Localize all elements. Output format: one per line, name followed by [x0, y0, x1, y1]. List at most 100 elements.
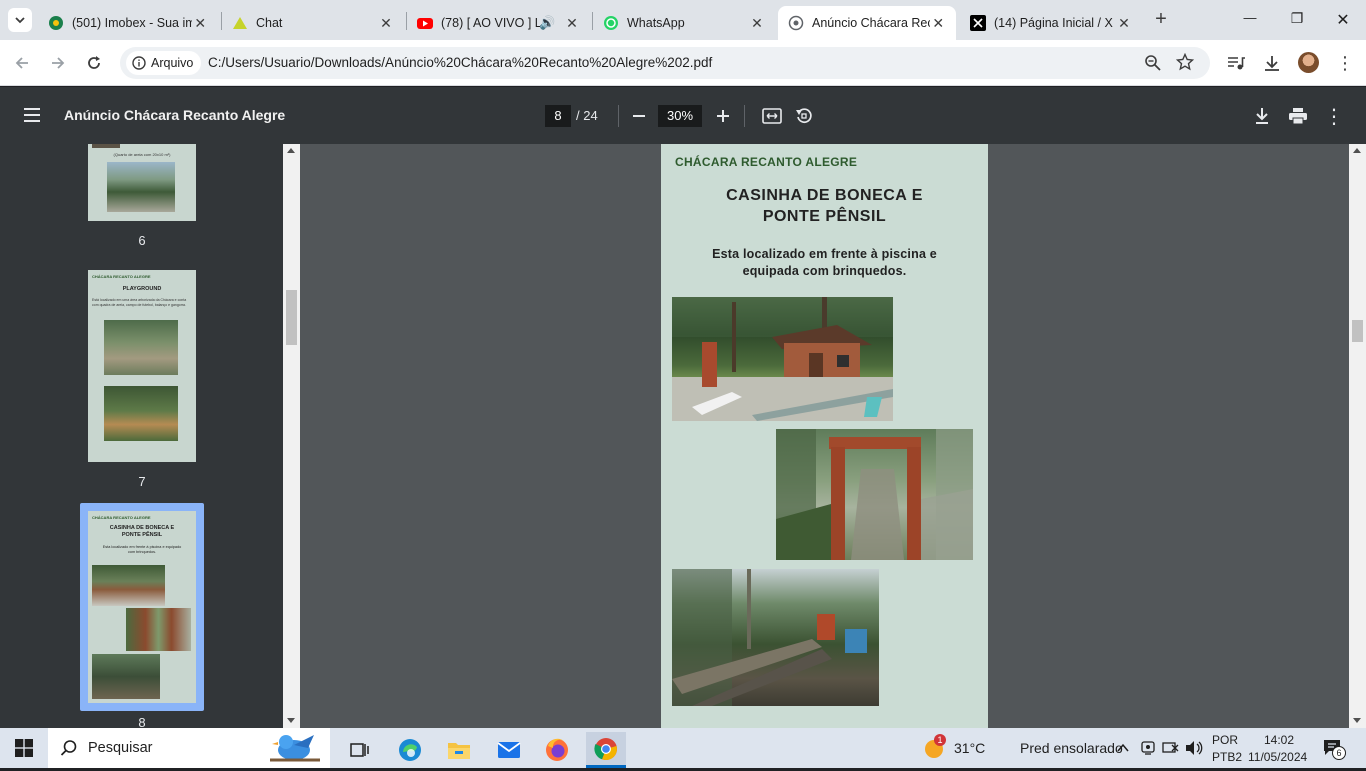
tab-x[interactable]: (14) Página Inicial / X ✕ — [960, 6, 1142, 40]
thumbnail-photo — [92, 654, 160, 699]
thumbnail-photo — [92, 565, 165, 606]
browser-toolbar: Arquivo C:/Users/Usuario/Downloads/Anúnc… — [0, 40, 1366, 86]
menu-dots-icon[interactable]: ⋮ — [1336, 52, 1354, 74]
scroll-up-arrow-icon[interactable] — [287, 148, 295, 153]
pdf-download-icon[interactable] — [1250, 104, 1274, 128]
network-icon[interactable] — [1162, 740, 1180, 761]
minimize-button[interactable]: — — [1236, 10, 1264, 25]
show-hidden-icons-icon[interactable] — [1116, 741, 1130, 759]
forward-button[interactable] — [46, 51, 70, 75]
tab-title: (14) Página Inicial / X — [994, 16, 1113, 30]
rotate-icon[interactable] — [792, 104, 816, 128]
clock-time[interactable]: 14:02 — [1264, 733, 1294, 747]
whatsapp-icon — [603, 15, 619, 31]
weather-icon[interactable]: 1 — [922, 734, 946, 760]
language-top[interactable]: POR — [1212, 733, 1238, 747]
tab-strip: (501) Imobex - Sua im ✕ Chat ✕ (78) [ AO… — [0, 0, 1366, 40]
weather-temperature[interactable]: 31°C — [954, 740, 985, 756]
task-view-icon[interactable] — [340, 732, 380, 768]
thumbnail-page-8[interactable]: CHÁCARA RECANTO ALEGRE CASINHA DE BONECA… — [88, 511, 196, 703]
mail-icon[interactable] — [489, 732, 529, 768]
avatar[interactable] — [1298, 52, 1319, 73]
url-text[interactable]: C:/Users/Usuario/Downloads/Anúncio%20Chá… — [208, 55, 712, 70]
firefox-icon[interactable] — [537, 732, 577, 768]
info-icon — [132, 56, 146, 70]
scroll-thumb[interactable] — [286, 290, 297, 345]
scroll-down-arrow-icon[interactable] — [287, 718, 295, 723]
zoom-input[interactable]: 30% — [658, 105, 702, 127]
zoom-icon[interactable] — [1144, 54, 1162, 77]
arrow-right-icon — [52, 57, 65, 69]
search-placeholder: Pesquisar — [88, 740, 153, 756]
viewer-scrollbar[interactable] — [1349, 144, 1366, 728]
download-icon[interactable] — [1262, 53, 1282, 78]
page-description-line-2: equipada com brinquedos. — [742, 264, 907, 278]
page-header: CHÁCARA RECANTO ALEGRE — [675, 155, 858, 169]
weather-description[interactable]: Pred ensolarado — [1020, 740, 1123, 756]
tab-chat[interactable]: Chat ✕ — [222, 6, 404, 40]
address-bar[interactable]: Arquivo C:/Users/Usuario/Downloads/Anúnc… — [120, 47, 1210, 79]
close-window-button[interactable]: ✕ — [1329, 10, 1357, 30]
star-icon[interactable] — [1175, 52, 1195, 76]
chat-icon — [232, 15, 248, 31]
tab-title: Chat — [256, 16, 283, 30]
close-icon[interactable]: ✕ — [192, 15, 208, 31]
sidebar-scrollbar[interactable] — [283, 144, 300, 728]
tab-whatsapp[interactable]: WhatsApp ✕ — [593, 6, 775, 40]
media-control-icon[interactable] — [1226, 53, 1246, 78]
site-info-chip[interactable]: Arquivo — [126, 51, 202, 75]
thumbnail-page-7[interactable]: CHÁCARA RECANTO ALEGRE PLAYGROUND Está l… — [88, 270, 196, 462]
close-icon[interactable]: ✕ — [378, 15, 394, 31]
print-icon[interactable] — [1286, 104, 1310, 128]
close-icon[interactable]: ✕ — [930, 15, 946, 31]
page-title-line-1: CASINHA DE BONECA E — [726, 187, 923, 204]
pdf-viewer: CHÁCARA RECANTO ALEGRE CASINHA DE BONECA… — [300, 144, 1349, 728]
taskbar-search-box[interactable]: Pesquisar — [48, 728, 330, 768]
edge-icon[interactable] — [390, 732, 430, 768]
clock-date[interactable]: 11/05/2024 — [1248, 750, 1307, 764]
tab-imobex[interactable]: (501) Imobex - Sua im ✕ — [38, 6, 218, 40]
scroll-up-arrow-icon[interactable] — [1353, 148, 1361, 153]
new-tab-button[interactable]: + — [1150, 8, 1172, 32]
close-icon[interactable]: ✕ — [1116, 15, 1132, 31]
thumbnail-text: Está localizado em uma área arborizada d… — [92, 298, 187, 307]
notification-icon[interactable]: 6 — [1322, 738, 1346, 760]
search-icon — [60, 740, 77, 756]
zoom-in-icon[interactable] — [711, 104, 735, 128]
hamburger-menu-icon[interactable] — [22, 107, 42, 128]
volume-icon[interactable] — [1185, 740, 1203, 761]
bridge-entrance-photo — [776, 429, 973, 560]
tab-pdf[interactable]: Anúncio Chácara Rec ✕ — [778, 6, 956, 40]
chevron-down-icon — [15, 17, 25, 24]
tab-youtube[interactable]: (78) [ AO VIVO ] L 🔊 ✕ — [407, 6, 590, 40]
speaker-icon[interactable]: 🔊 — [539, 15, 555, 31]
file-explorer-icon[interactable] — [439, 732, 479, 768]
arrow-left-icon — [15, 57, 28, 69]
pdf-page: CHÁCARA RECANTO ALEGRE CASINHA DE BONECA… — [661, 144, 988, 728]
windows-start-icon[interactable] — [4, 730, 44, 766]
restore-button[interactable]: ❐ — [1283, 10, 1311, 27]
windows-taskbar: Pesquisar 1 31°C Pred ensolarado POR PTB… — [0, 728, 1366, 768]
fit-page-icon[interactable] — [760, 104, 784, 128]
chrome-icon[interactable] — [586, 732, 626, 768]
notification-count: 6 — [1332, 746, 1346, 760]
thumbnail-caption: (Quarto de areia com 20x10 m²) — [113, 152, 171, 157]
scroll-down-arrow-icon[interactable] — [1353, 718, 1361, 723]
tab-title: Anúncio Chácara Rec — [812, 16, 931, 30]
chip-label: Arquivo — [151, 56, 194, 70]
close-icon[interactable]: ✕ — [749, 15, 765, 31]
back-button[interactable] — [10, 51, 34, 75]
reload-icon — [88, 56, 100, 69]
tab-search-button[interactable] — [8, 8, 32, 32]
thumbnail-number: 6 — [138, 233, 146, 248]
page-number-input[interactable]: 8 — [545, 105, 571, 127]
reload-button[interactable] — [82, 51, 106, 75]
language-bottom[interactable]: PTB2 — [1212, 750, 1242, 764]
thumbnail-photo — [126, 608, 191, 651]
more-options-icon[interactable]: ⋮ — [1322, 104, 1346, 128]
thumbnail-page-6[interactable]: (Quarto de areia com 20x10 m²) — [88, 144, 196, 221]
meet-now-icon[interactable] — [1140, 740, 1156, 761]
zoom-out-icon[interactable] — [627, 104, 651, 128]
close-icon[interactable]: ✕ — [564, 15, 580, 31]
scroll-thumb[interactable] — [1352, 320, 1363, 342]
